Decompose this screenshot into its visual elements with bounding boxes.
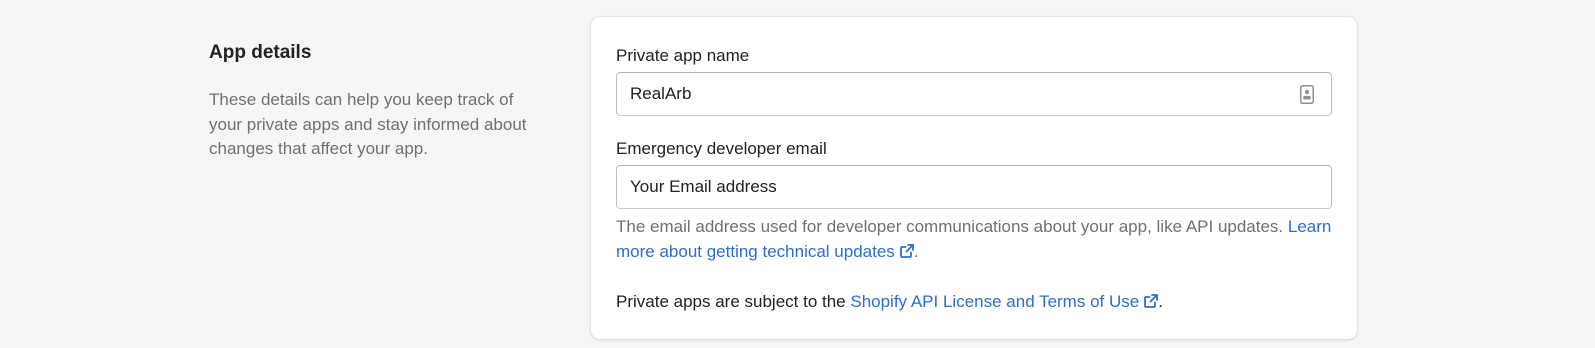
terms-suffix: . [1158, 292, 1163, 311]
external-link-icon [899, 241, 914, 258]
developer-email-help-text: The email address used for developer com… [616, 215, 1346, 264]
section-title: App details [209, 42, 312, 63]
developer-email-input[interactable] [617, 166, 1331, 208]
section-description: These details can help you keep track of… [209, 90, 527, 158]
developer-email-label: Emergency developer email [616, 139, 827, 158]
terms-prefix: Private apps are subject to the [616, 292, 851, 311]
api-license-link-label: Shopify API License and Terms of Use [850, 292, 1140, 311]
app-details-card: Private app name Emergency developer ema… [591, 17, 1357, 339]
app-details-section: App details These details can help you k… [0, 0, 1595, 348]
section-annotation: App details These details can help you k… [209, 40, 529, 162]
developer-email-field-wrapper [616, 165, 1332, 209]
terms-notice: Private apps are subject to the Shopify … [616, 290, 1163, 314]
external-link-icon [1144, 291, 1159, 308]
app-name-input[interactable] [617, 73, 1299, 115]
help-text: The email address used for developer com… [616, 217, 1288, 236]
app-name-field-wrapper [616, 72, 1332, 116]
app-name-label: Private app name [616, 46, 750, 65]
api-license-link[interactable]: Shopify API License and Terms of Use [850, 291, 1159, 311]
help-suffix: . [913, 241, 919, 261]
contact-card-icon[interactable] [1299, 84, 1315, 104]
